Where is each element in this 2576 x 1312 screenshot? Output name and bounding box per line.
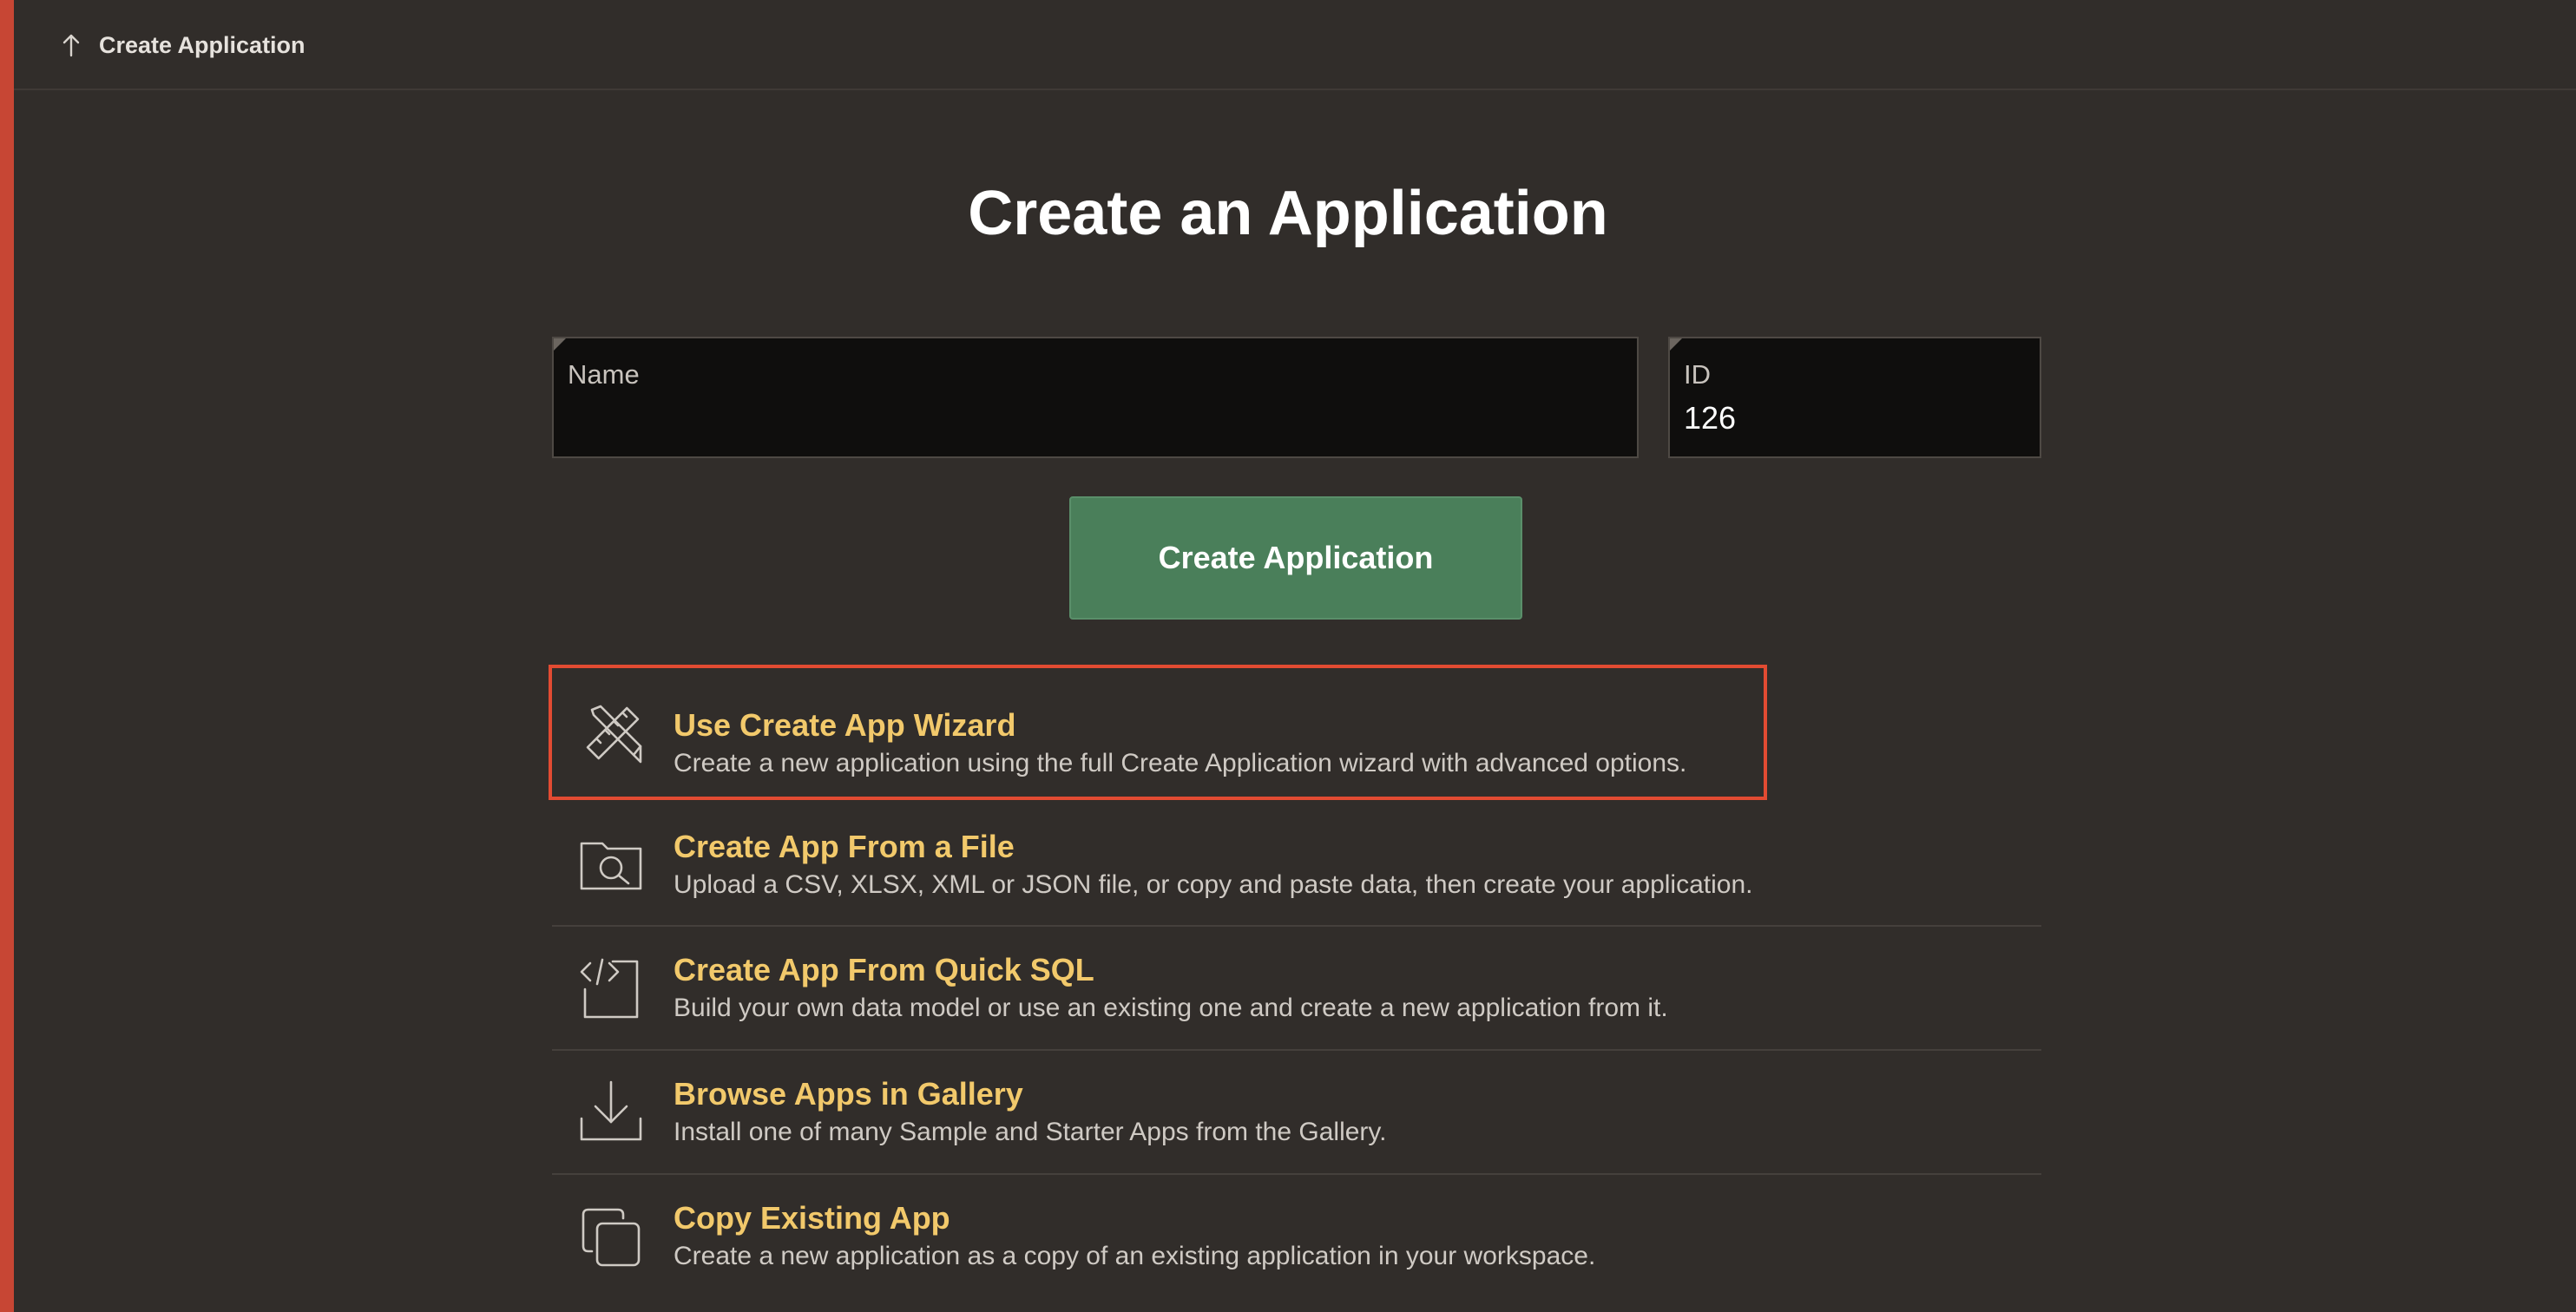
option-description: Upload a CSV, XLSX, XML or JSON file, or…: [674, 870, 1753, 899]
option-description: Create a new application using the full …: [674, 749, 1687, 777]
download-icon: [578, 1079, 644, 1145]
option-title[interactable]: Create App From Quick SQL: [674, 951, 1094, 989]
id-input[interactable]: [1684, 396, 2024, 441]
name-field-label: Name: [568, 359, 640, 390]
name-input[interactable]: [568, 396, 1621, 441]
copy-icon: [578, 1204, 644, 1270]
option-copy-existing-app[interactable]: Copy Existing App Create a new applicati…: [552, 1175, 2041, 1299]
option-create-app-from-file[interactable]: Create App From a File Upload a CSV, XLS…: [552, 804, 2041, 927]
folder-search-icon: [578, 831, 644, 897]
top-bar: Create Application: [14, 0, 2576, 90]
id-field-label: ID: [1684, 359, 1711, 390]
option-browse-apps-in-gallery[interactable]: Browse Apps in Gallery Install one of ma…: [552, 1051, 2041, 1175]
page-title: Create an Application: [968, 179, 1608, 248]
id-field[interactable]: ID: [1668, 337, 2041, 458]
name-field[interactable]: Name: [552, 337, 1639, 458]
breadcrumb-title: Create Application: [99, 32, 306, 58]
option-description: Build your own data model or use an exis…: [674, 994, 1668, 1022]
option-title[interactable]: Use Create App Wizard: [674, 706, 1015, 745]
option-create-app-from-quick-sql[interactable]: Create App From Quick SQL Build your own…: [552, 927, 2041, 1051]
option-create-app-wizard[interactable]: Use Create App Wizard Create a new appli…: [549, 665, 1767, 800]
create-application-button[interactable]: Create Application: [1069, 496, 1522, 620]
code-file-icon: [578, 956, 644, 1022]
option-title[interactable]: Create App From a File: [674, 828, 1015, 866]
option-description: Create a new application as a copy of an…: [674, 1242, 1596, 1270]
option-description: Install one of many Sample and Starter A…: [674, 1118, 1387, 1146]
ruler-pencil-icon: [580, 701, 646, 767]
option-title[interactable]: Browse Apps in Gallery: [674, 1075, 1023, 1113]
up-arrow-icon[interactable]: [54, 26, 89, 64]
option-title[interactable]: Copy Existing App: [674, 1199, 950, 1237]
